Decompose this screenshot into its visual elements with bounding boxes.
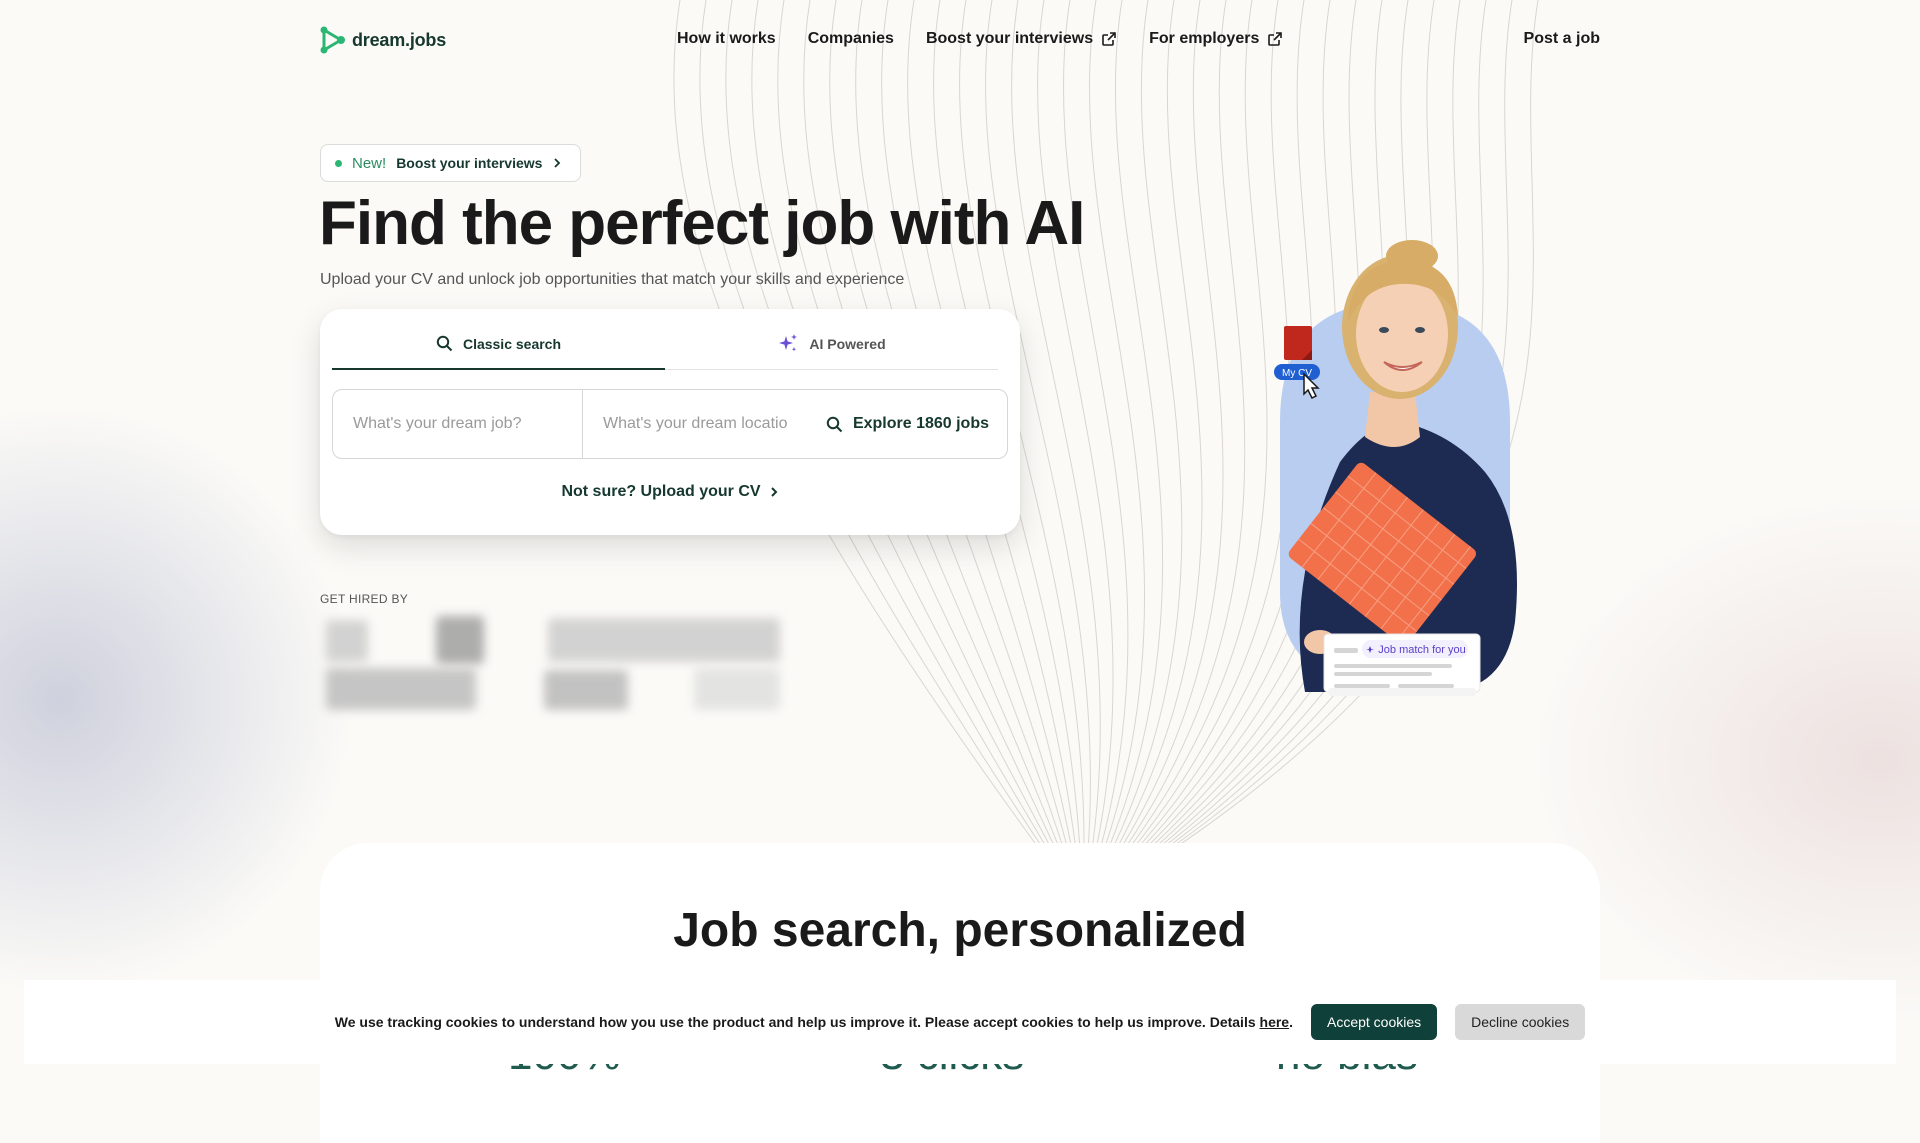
explore-jobs-button[interactable]: Explore 1860 jobs: [826, 415, 989, 433]
wave-line: [1037, 0, 1114, 850]
wave-line: [1011, 0, 1101, 850]
company-logo: [326, 668, 476, 710]
tab-classic-search[interactable]: Classic search: [332, 319, 665, 370]
top-navigation: dream.jobs How it works Companies Boost …: [320, 22, 1600, 58]
cookie-details-link[interactable]: here: [1260, 1014, 1290, 1030]
search-icon: [826, 416, 843, 432]
tab-label: Classic search: [462, 335, 562, 352]
logo-text: dream.jobs: [352, 29, 447, 50]
cookie-message: We use tracking cookies to understand ho…: [335, 1014, 1293, 1030]
company-logo: [436, 616, 484, 664]
job-search-input[interactable]: [333, 390, 583, 458]
nav-boost-interviews[interactable]: Boost your interviews: [926, 30, 1117, 48]
decline-cookies-button[interactable]: Decline cookies: [1455, 1004, 1586, 1040]
company-logo: [326, 620, 368, 662]
tab-label: AI Powered: [809, 336, 886, 352]
logo-icon: [320, 26, 345, 54]
hero-subtitle: Upload your CV and unlock job opportunit…: [320, 271, 905, 288]
badge-text: Boost your interviews: [396, 155, 543, 171]
nav-label: How it works: [677, 30, 776, 47]
nav-companies[interactable]: Companies: [808, 30, 894, 48]
company-logo: [544, 670, 628, 710]
chevron-right-icon: [770, 487, 777, 497]
search-card: Classic search AI Powered Explore 1860 j…: [320, 309, 1020, 535]
company-logo: [694, 668, 780, 710]
hired-by-label: GET HIRED BY: [320, 592, 409, 606]
wave-line: [1063, 0, 1129, 850]
page-title: Find the perfect job with AI: [319, 189, 1085, 258]
upload-label: Not sure? Upload your CV: [561, 483, 761, 500]
sparkle-icon: [779, 334, 798, 352]
nav-label: Companies: [807, 30, 894, 47]
status-dot: [335, 159, 342, 167]
nav-how-it-works[interactable]: How it works: [677, 30, 776, 48]
external-link-icon: [1102, 32, 1116, 46]
accept-cookies-button[interactable]: Accept cookies: [1310, 1004, 1438, 1040]
company-logo: [548, 618, 780, 662]
location-search-input[interactable]: [583, 390, 808, 458]
cookie-banner: We use tracking cookies to understand ho…: [24, 980, 1896, 1064]
post-job-link[interactable]: Post a job: [1524, 30, 1600, 48]
wave-line: [1127, 0, 1268, 850]
cookie-text: We use tracking cookies to understand ho…: [334, 1014, 1256, 1030]
logo[interactable]: dream.jobs: [320, 26, 446, 54]
search-icon: [436, 335, 453, 352]
search-fields: Explore 1860 jobs: [332, 389, 1008, 459]
wave-line: [1115, 0, 1203, 850]
cookie-period: .: [1289, 1014, 1293, 1030]
person-with-folder-illustration: My CV Job match for you: [1274, 240, 1517, 696]
upload-cv-link[interactable]: Not sure? Upload your CV: [320, 483, 1020, 501]
tab-ai-powered[interactable]: AI Powered: [665, 319, 998, 369]
nav-for-employers[interactable]: For employers: [1149, 30, 1283, 48]
new-tag: New!: [352, 154, 387, 172]
explore-label: Explore 1860 jobs: [852, 415, 989, 432]
nav-label: For employers: [1149, 30, 1260, 47]
new-feature-badge[interactable]: New! Boost your interviews: [320, 144, 582, 182]
search-tabs: Classic search AI Powered: [332, 319, 998, 370]
hero-illustration: My CV Job match for you: [1250, 222, 1610, 722]
external-link-icon: [1268, 32, 1283, 46]
wave-line: [1088, 0, 1145, 850]
main-nav: How it works Companies Boost your interv…: [677, 30, 1283, 48]
job-match-label: Job match for you: [1378, 644, 1465, 656]
chevron-right-icon: [554, 158, 561, 168]
nav-label: Boost your interviews: [925, 30, 1094, 47]
section-title: Job search, personalized: [673, 904, 1247, 957]
